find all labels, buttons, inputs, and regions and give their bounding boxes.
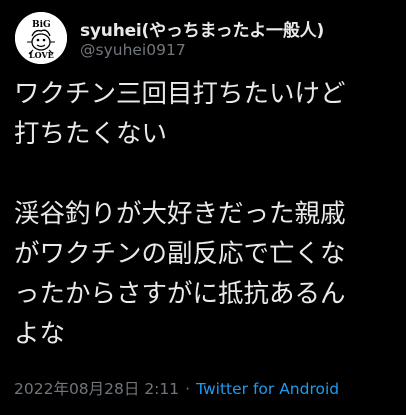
tweet-text-line: 渓谷釣りが大好きだった親戚 [14,199,346,229]
avatar-logo-top: BiG [32,20,51,30]
display-name[interactable]: syuhei(やっちまったよ一般人) [80,16,324,41]
meta-separator: · [185,380,191,398]
avatar[interactable]: BiG LOVE [15,12,67,64]
tweet-text-line: よな [14,319,66,349]
tweet-source-link[interactable]: Twitter for Android [196,380,339,398]
tweet-text-line: ったからさすがに抵抗あるん [14,279,346,309]
tweet-text-line: がワクチンの副反応で亡くな [14,239,346,269]
tweet-meta: 2022年08月28日 2:11 · Twitter for Android [14,377,339,399]
user-handle[interactable]: @syuhei0917 [80,41,186,59]
tweet-timestamp[interactable]: 2022年08月28日 2:11 [14,380,179,398]
tweet-text-line: 打ちたくない [14,119,168,149]
tweet: BiG LOVE syuhei(やっちまったよ一般人) @syuhei0917 … [0,0,406,415]
avatar-illustration: BiG LOVE [15,12,67,64]
tweet-text: ワクチン三回目打ちたいけど 打ちたくない 渓谷釣りが大好きだった親戚 がワクチン… [14,74,402,354]
tweet-text-line: ワクチン三回目打ちたいけど [14,79,346,109]
